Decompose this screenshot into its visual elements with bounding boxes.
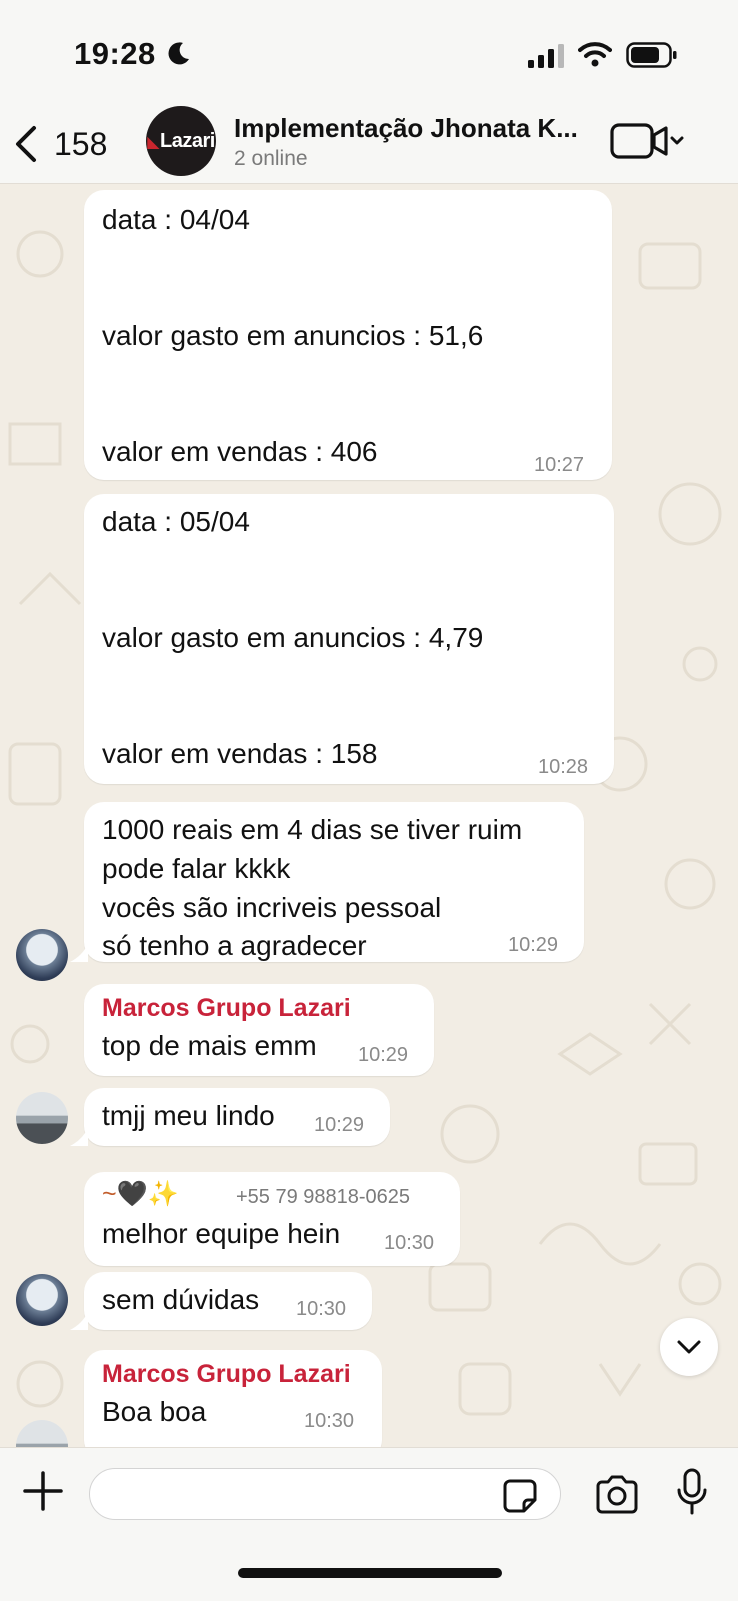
chevron-down-icon	[677, 1340, 701, 1354]
sender-phone[interactable]: +55 79 98818-0625	[236, 1186, 410, 1209]
message-input[interactable]	[89, 1468, 561, 1520]
attach-plus-button[interactable]	[22, 1470, 64, 1512]
composer-bar	[0, 1447, 738, 1601]
sender-name[interactable]: ~🖤✨	[102, 1180, 179, 1209]
message-bubble[interactable]: ~🖤✨ +55 79 98818-0625 melhor equipe hein…	[84, 1172, 460, 1266]
message-bubble[interactable]: Marcos Grupo Lazari Boa boa 10:30	[84, 1350, 382, 1447]
message-bubble[interactable]: sem dúvidas 10:30	[84, 1272, 372, 1330]
message-text: só tenho a agradecer	[102, 930, 367, 961]
lazari-logo: ◣Lazari	[147, 129, 215, 152]
message-bubble[interactable]: tmjj meu lindo 10:29	[84, 1088, 390, 1146]
group-avatar[interactable]: ◣Lazari	[146, 106, 216, 176]
message-text: data : 04/04	[102, 204, 250, 235]
message-text: tmjj meu lindo	[102, 1100, 275, 1131]
microphone-icon[interactable]	[676, 1468, 708, 1516]
message-time: 10:28	[538, 756, 589, 778]
sender-name[interactable]: Marcos Grupo Lazari	[102, 1360, 351, 1389]
message-text: 1000 reais em 4 dias se tiver ruim	[102, 814, 523, 845]
chevron-left-icon	[16, 126, 36, 162]
message-text: top de mais emm	[102, 1030, 317, 1061]
message-text: valor gasto em anuncios : 51,6	[102, 320, 484, 351]
camera-icon[interactable]	[594, 1474, 640, 1516]
user-avatar[interactable]	[16, 929, 68, 981]
message-time: 10:30	[304, 1410, 355, 1432]
sender-name[interactable]: Marcos Grupo Lazari	[102, 994, 351, 1023]
bubble-tail	[70, 1312, 88, 1330]
clock: 19:28	[74, 36, 156, 71]
scroll-to-bottom-button[interactable]	[660, 1318, 718, 1376]
bubble-tail	[70, 944, 88, 962]
message-bubble[interactable]: Marcos Grupo Lazari top de mais emm 10:2…	[84, 984, 434, 1076]
chat-header: 158 ◣Lazari Implementação Jhonata K... 2…	[0, 105, 738, 184]
message-time: 10:29	[358, 1044, 409, 1066]
user-avatar[interactable]	[16, 1274, 68, 1326]
message-text: valor em vendas : 158	[102, 738, 378, 769]
message-time: 10:29	[314, 1114, 365, 1136]
message-time: 10:27	[534, 454, 585, 476]
video-call-button[interactable]	[610, 119, 686, 163]
message-time: 10:30	[384, 1232, 435, 1254]
message-text: Boa boa	[102, 1396, 207, 1427]
battery-icon	[626, 42, 677, 68]
message-bubble[interactable]: data : 05/04 valor gasto em anuncios : 4…	[84, 494, 614, 784]
message-time: 10:29	[508, 934, 559, 956]
group-title[interactable]: Implementação Jhonata K...	[234, 113, 578, 144]
message-time: 10:30	[296, 1298, 347, 1320]
home-indicator	[238, 1568, 502, 1578]
cellular-signal-icon	[528, 44, 564, 68]
status-bar: 19:28	[0, 0, 738, 105]
message-text: valor em vendas : 406	[102, 436, 378, 467]
message-text: pode falar kkkk	[102, 853, 291, 884]
message-bubble[interactable]: 1000 reais em 4 dias se tiver ruim pode …	[84, 802, 584, 962]
wifi-icon	[578, 42, 612, 67]
message-bubble[interactable]: data : 04/04 valor gasto em anuncios : 5…	[84, 190, 612, 480]
unread-count: 158	[54, 125, 108, 162]
bubble-tail	[70, 1128, 88, 1146]
online-status: 2 online	[234, 147, 308, 170]
back-button[interactable]: 158	[12, 119, 107, 169]
sticker-icon[interactable]	[502, 1478, 538, 1514]
message-list[interactable]: data : 04/04 valor gasto em anuncios : 5…	[0, 184, 738, 1447]
user-avatar[interactable]	[16, 1092, 68, 1144]
moon-icon	[168, 42, 189, 65]
message-text: valor gasto em anuncios : 4,79	[102, 622, 484, 653]
message-text: melhor equipe hein	[102, 1218, 341, 1249]
message-text: data : 05/04	[102, 506, 250, 537]
message-text: vocês são incriveis pessoal	[102, 892, 442, 923]
message-text: sem dúvidas	[102, 1284, 260, 1315]
